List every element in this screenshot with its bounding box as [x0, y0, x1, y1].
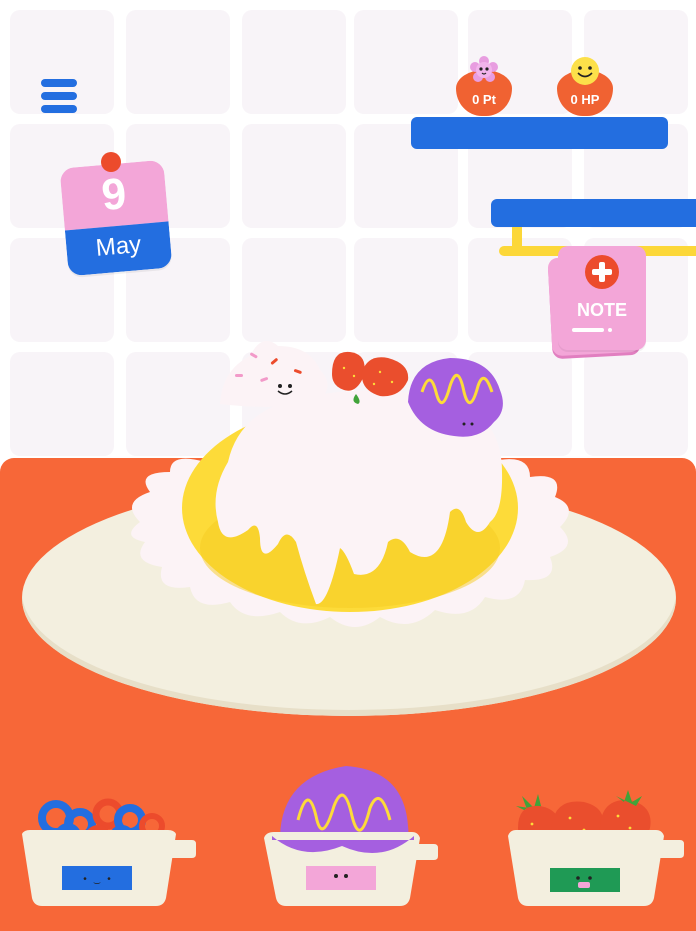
strawberries-icon [508, 790, 684, 906]
smiley-face-icon [571, 57, 599, 85]
menu-button[interactable] [38, 76, 80, 118]
calendar-page: 9 May [59, 159, 173, 277]
calendar-widget[interactable]: 9 May [59, 150, 176, 278]
plus-icon [585, 255, 619, 289]
wall-tile [354, 10, 458, 114]
calendar-day: 9 [99, 169, 129, 221]
side-shelf [491, 199, 696, 227]
custard-pudding[interactable] [110, 312, 590, 642]
hp-value: 0 HP [570, 92, 600, 107]
wall-tile [584, 352, 688, 456]
points-value: 0 Pt [472, 92, 496, 107]
ube-ice-cream-icon [264, 766, 438, 906]
top-shelf [411, 117, 668, 149]
svg-text:• ‿ •: • ‿ • [82, 875, 112, 886]
wall-tile [10, 352, 114, 456]
topping-bowl-cereal[interactable]: • ‿ • [18, 790, 198, 910]
points-counter: 0 Pt [456, 56, 512, 116]
topping-bowl-strawberry[interactable] [504, 788, 686, 910]
calendar-pin [101, 152, 121, 172]
wall-tile [242, 124, 346, 228]
cereal-rings-icon: • ‿ • [22, 798, 196, 906]
note-dot [608, 328, 612, 332]
hp-counter: 0 HP [557, 56, 613, 116]
wall-tile [126, 10, 230, 114]
topping-bowl-ube[interactable] [262, 766, 442, 911]
wall-tile [242, 10, 346, 114]
hamburger-menu-icon [41, 79, 77, 113]
flower-face-icon [470, 56, 498, 82]
whipped-cream-dollop [220, 340, 328, 407]
